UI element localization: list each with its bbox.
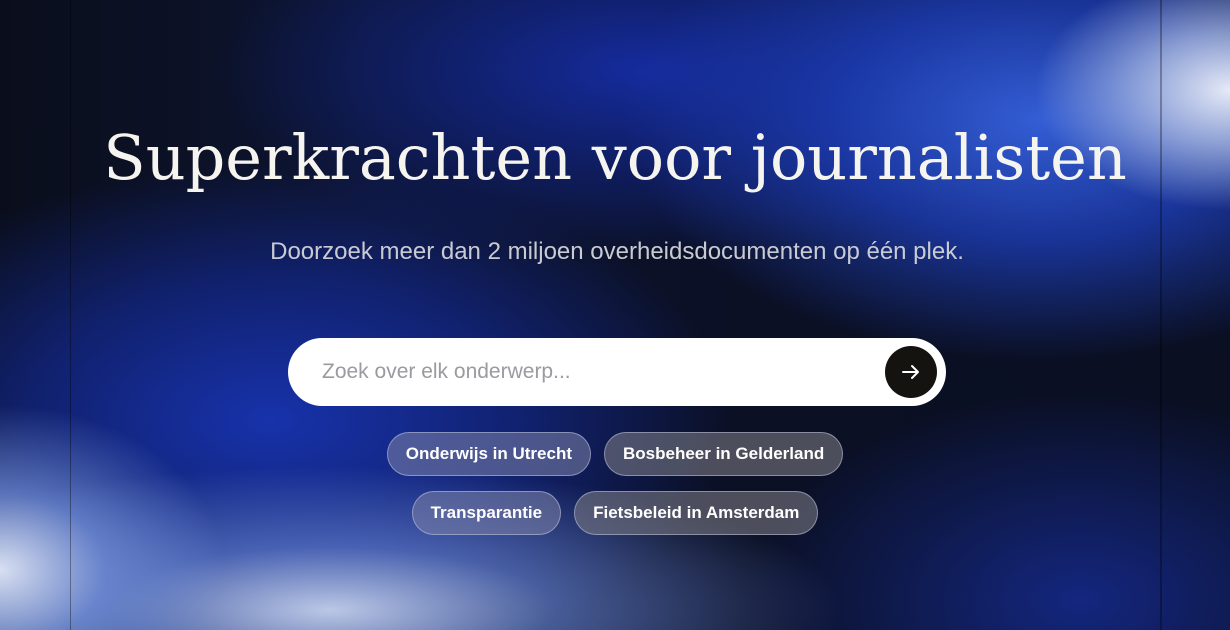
suggestion-chip-fietsbeleid-amsterdam[interactable]: Fietsbeleid in Amsterdam [574, 491, 819, 535]
arrow-right-icon [902, 365, 919, 379]
suggestion-row: Onderwijs in Utrecht Bosbeheer in Gelder… [0, 432, 1230, 476]
suggestion-row: Transparantie Fietsbeleid in Amsterdam [0, 491, 1230, 535]
suggestion-chip-onderwijs-utrecht[interactable]: Onderwijs in Utrecht [386, 432, 591, 476]
hero-background: Superkrachten voor journalisten Doorzoek… [0, 0, 1230, 630]
search-input[interactable] [322, 338, 862, 406]
page-title: Superkrachten voor journalisten [103, 121, 1127, 194]
search-bar [288, 338, 946, 406]
suggestion-chip-transparantie[interactable]: Transparantie [411, 491, 562, 535]
page-subtitle: Doorzoek meer dan 2 miljoen overheidsdoc… [270, 238, 964, 265]
search-submit-button[interactable] [885, 346, 937, 398]
suggestion-chip-bosbeheer-gelderland[interactable]: Bosbeheer in Gelderland [604, 432, 844, 476]
